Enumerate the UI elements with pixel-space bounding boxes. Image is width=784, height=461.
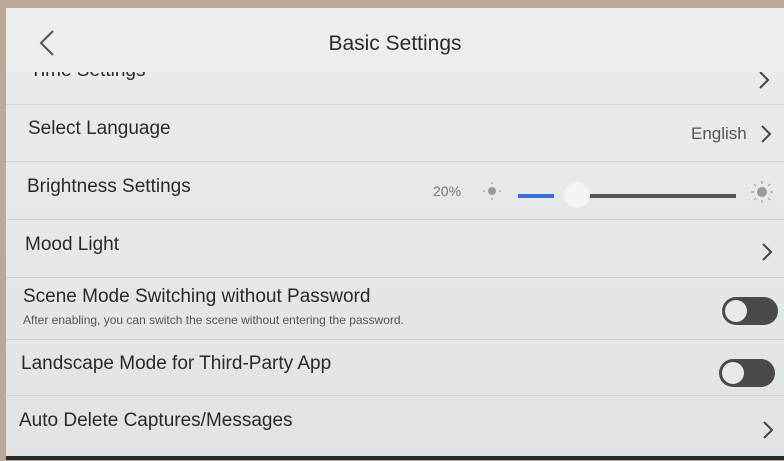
mood-light-label: Mood Light xyxy=(25,234,120,255)
settings-screen: Basic Settings Time Settings Select Lang… xyxy=(6,8,784,460)
landscape-mode-label: Landscape Mode for Third-Party App xyxy=(21,353,332,374)
chevron-right-icon xyxy=(759,71,770,89)
toggle-knob xyxy=(725,300,747,322)
scene-mode-row: Scene Mode Switching without Password Af… xyxy=(6,278,784,340)
language-value: English xyxy=(691,124,747,143)
auto-delete-row[interactable]: Auto Delete Captures/Messages xyxy=(6,396,784,456)
scene-mode-toggle[interactable] xyxy=(722,297,778,325)
slider-thumb[interactable] xyxy=(564,182,590,208)
select-language-label: Select Language xyxy=(28,118,171,139)
auto-delete-label: Auto Delete Captures/Messages xyxy=(19,410,293,431)
scene-mode-label: Scene Mode Switching without Password xyxy=(23,286,371,307)
brightness-label: Brightness Settings xyxy=(27,176,191,197)
slider-track xyxy=(586,194,736,198)
brightness-percent: 20% xyxy=(433,183,462,199)
slider-fill xyxy=(518,194,554,198)
sun-bright-icon xyxy=(751,181,773,203)
chevron-right-icon xyxy=(763,421,774,439)
landscape-mode-row: Landscape Mode for Third-Party App xyxy=(6,340,784,396)
landscape-mode-toggle[interactable] xyxy=(719,359,775,387)
scene-mode-description: After enabling, you can switch the scene… xyxy=(23,313,404,327)
sun-dim-icon xyxy=(483,182,501,200)
mood-light-row[interactable]: Mood Light xyxy=(6,220,784,278)
chevron-right-icon xyxy=(762,243,773,261)
select-language-row[interactable]: Select Language English xyxy=(6,105,784,162)
brightness-slider[interactable] xyxy=(518,182,736,208)
page-title: Basic Settings xyxy=(328,32,462,55)
header-bar: Basic Settings xyxy=(6,8,784,72)
chevron-right-icon xyxy=(761,125,772,143)
toggle-knob xyxy=(722,362,744,384)
